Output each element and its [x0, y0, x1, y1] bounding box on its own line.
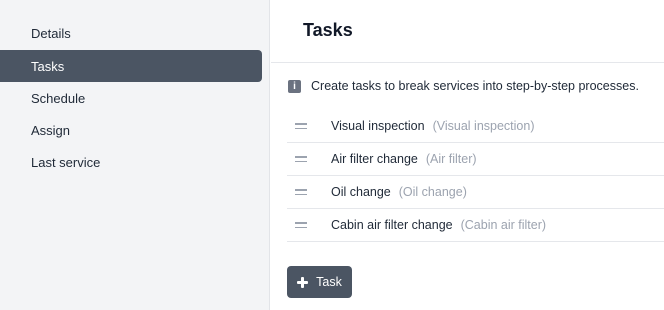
- sidebar-item-tasks[interactable]: Tasks: [0, 50, 262, 82]
- task-row[interactable]: Oil change (Oil change): [287, 176, 664, 209]
- sidebar-item-label: Details: [31, 25, 71, 41]
- task-list: Visual inspection (Visual inspection) Ai…: [287, 110, 664, 242]
- task-name: Oil change: [331, 185, 391, 199]
- drag-handle-icon[interactable]: [295, 189, 307, 195]
- info-banner: i Create tasks to break services into st…: [288, 79, 639, 93]
- info-icon: i: [288, 79, 301, 93]
- task-row[interactable]: Air filter change (Air filter): [287, 143, 664, 176]
- drag-handle-icon[interactable]: [295, 156, 307, 162]
- info-text: Create tasks to break services into step…: [311, 79, 639, 93]
- sidebar-item-label: Assign: [31, 122, 71, 138]
- task-row[interactable]: Visual inspection (Visual inspection): [287, 110, 664, 143]
- sidebar-item-label: Last service: [31, 154, 101, 170]
- drag-handle-icon[interactable]: [295, 222, 307, 228]
- task-name: Cabin air filter change: [331, 218, 453, 232]
- sidebar: Details Tasks Schedule Assign Last servi…: [0, 0, 270, 310]
- task-row[interactable]: Cabin air filter change (Cabin air filte…: [287, 209, 664, 242]
- sidebar-item-details[interactable]: Details: [0, 17, 262, 49]
- drag-handle-icon[interactable]: [295, 123, 307, 129]
- task-type: (Visual inspection): [432, 119, 535, 133]
- page-title: Tasks: [303, 20, 353, 40]
- sidebar-item-assign[interactable]: Assign: [0, 114, 262, 146]
- sidebar-item-last-service[interactable]: Last service: [0, 146, 262, 178]
- page-header: Tasks: [271, 0, 664, 63]
- task-name: Air filter change: [331, 152, 418, 166]
- task-type: (Air filter): [425, 152, 477, 166]
- plus-icon: [297, 276, 309, 288]
- sidebar-item-label: Tasks: [31, 58, 65, 74]
- sidebar-item-label: Schedule: [31, 90, 86, 106]
- task-type: (Cabin air filter): [460, 218, 547, 232]
- add-task-label: Task: [316, 275, 342, 289]
- main-panel: Tasks i Create tasks to break services i…: [271, 0, 664, 310]
- task-name: Visual inspection: [331, 119, 425, 133]
- add-task-button[interactable]: Task: [287, 266, 352, 298]
- sidebar-item-schedule[interactable]: Schedule: [0, 82, 262, 114]
- task-type: (Oil change): [398, 185, 467, 199]
